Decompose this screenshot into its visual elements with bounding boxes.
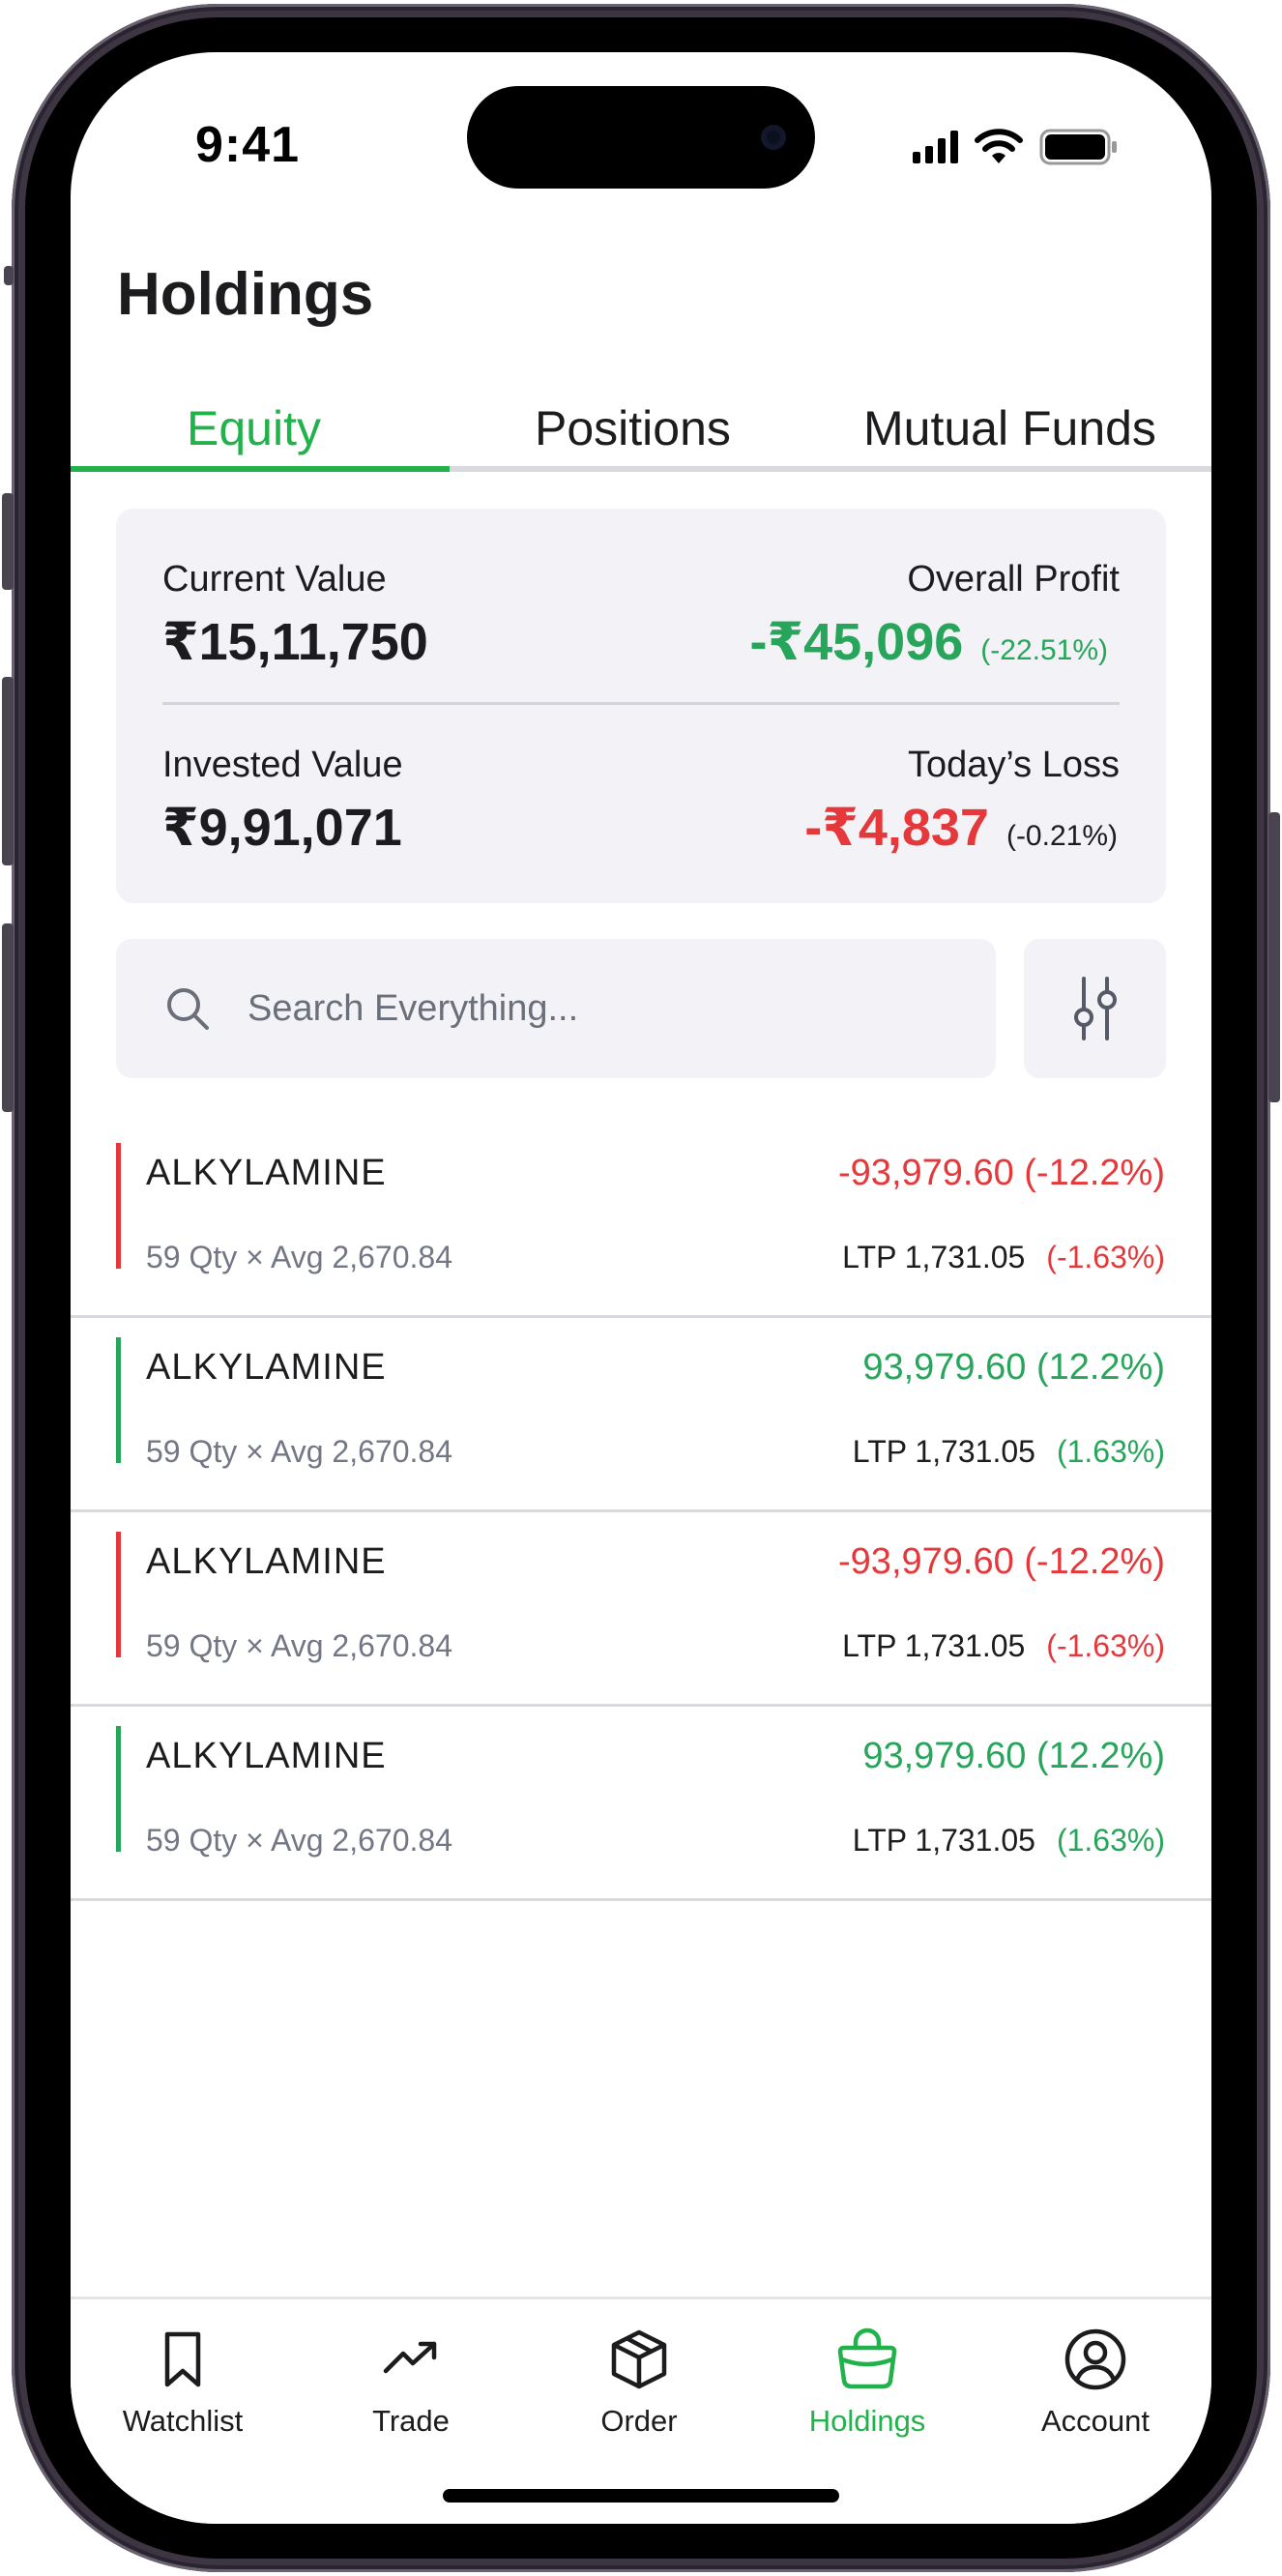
- holding-name: ALKYLAMINE: [146, 1347, 387, 1388]
- wifi-icon: [975, 129, 1023, 163]
- holding-ltp: LTP 1,731.05: [852, 1434, 1035, 1469]
- holding-row[interactable]: ALKYLAMINE 59 Qty × Avg 2,670.84 93,979.…: [71, 1318, 1211, 1512]
- portfolio-summary-card: Current Value ₹15,11,750 Overall Profit …: [116, 509, 1166, 903]
- holding-name: ALKYLAMINE: [146, 1541, 387, 1582]
- status-icons: [913, 128, 1119, 166]
- current-value: ₹15,11,750: [162, 613, 428, 671]
- holding-ltp-row: LTP 1,731.05 (-1.63%): [842, 1628, 1165, 1664]
- summary-divider: [162, 702, 1120, 705]
- holding-qty-avg: 59 Qty × Avg 2,670.84: [146, 1240, 452, 1274]
- overall-profit-row: -₹45,096 (-22.51%): [750, 611, 1108, 672]
- todays-loss-value: -₹4,837: [804, 799, 989, 857]
- holding-row[interactable]: ALKYLAMINE 59 Qty × Avg 2,670.84 93,979.…: [71, 1707, 1211, 1901]
- nav-account[interactable]: Account: [999, 2327, 1192, 2439]
- box-icon: [611, 2329, 667, 2389]
- trend-bar: [116, 1532, 121, 1657]
- search-input[interactable]: [248, 987, 924, 1030]
- screen: 9:41 Holdings Equity Positions Mutual Fu…: [71, 52, 1211, 2524]
- bag-icon: [837, 2327, 897, 2389]
- holding-qty-avg: 59 Qty × Avg 2,670.84: [146, 1823, 452, 1858]
- nav-label: Order: [600, 2404, 678, 2438]
- home-indicator: [443, 2489, 839, 2503]
- holding-qty-avg: 59 Qty × Avg 2,670.84: [146, 1628, 452, 1663]
- invested-value-label: Invested Value: [162, 745, 403, 785]
- search-bar[interactable]: [116, 939, 996, 1078]
- nav-label: Trade: [372, 2404, 450, 2438]
- tab-mutual-funds[interactable]: Mutual Funds: [863, 400, 1156, 456]
- side-button: [4, 266, 14, 285]
- power-button: [1268, 812, 1280, 1102]
- overall-profit-label: Overall Profit: [907, 559, 1120, 600]
- holding-ltp-row: LTP 1,731.05 (1.63%): [853, 1823, 1165, 1859]
- nav-label: Account: [1040, 2404, 1150, 2438]
- search-icon: [167, 988, 209, 1030]
- tab-equity[interactable]: Equity: [187, 400, 321, 456]
- cellular-signal-icon: [913, 131, 958, 163]
- filter-button[interactable]: [1024, 939, 1166, 1078]
- holding-qty-avg: 59 Qty × Avg 2,670.84: [146, 1434, 452, 1469]
- trend-bar: [116, 1337, 121, 1463]
- battery-icon: [1039, 129, 1117, 165]
- volume-down-button: [2, 923, 14, 1112]
- holding-ltp-row: LTP 1,731.05 (-1.63%): [842, 1240, 1165, 1275]
- holding-name: ALKYLAMINE: [146, 1153, 387, 1193]
- status-time: 9:41: [194, 117, 301, 173]
- front-camera: [761, 125, 786, 150]
- overall-profit-value: -₹45,096: [749, 613, 964, 671]
- user-circle-icon: [1064, 2328, 1126, 2390]
- holding-pnl: 93,979.60 (12.2%): [862, 1347, 1165, 1388]
- holding-change: (1.63%): [1056, 1434, 1165, 1469]
- holding-name: ALKYLAMINE: [146, 1736, 387, 1776]
- sliders-icon: [1073, 977, 1117, 1040]
- holding-ltp: LTP 1,731.05: [842, 1628, 1026, 1663]
- holding-ltp-row: LTP 1,731.05 (1.63%): [853, 1434, 1165, 1470]
- overall-profit-pct: (-22.51%): [980, 634, 1108, 666]
- bookmark-icon: [164, 2331, 201, 2387]
- todays-loss-row: -₹4,837 (-0.21%): [804, 797, 1118, 858]
- tab-active-indicator: [71, 466, 450, 472]
- holdings-list: ALKYLAMINE 59 Qty × Avg 2,670.84 -93,979…: [71, 1124, 1211, 1901]
- holding-ltp: LTP 1,731.05: [852, 1823, 1035, 1858]
- trend-bar: [116, 1726, 121, 1852]
- holding-pnl: -93,979.60 (-12.2%): [838, 1541, 1165, 1582]
- todays-loss-label: Today’s Loss: [908, 745, 1120, 785]
- volume-up-button: [2, 677, 14, 865]
- holding-pnl: 93,979.60 (12.2%): [862, 1736, 1165, 1776]
- holding-ltp: LTP 1,731.05: [842, 1240, 1026, 1274]
- tab-positions[interactable]: Positions: [535, 400, 731, 456]
- nav-holdings[interactable]: Holdings: [771, 2327, 964, 2439]
- mute-switch: [2, 493, 14, 590]
- holding-row[interactable]: ALKYLAMINE 59 Qty × Avg 2,670.84 -93,979…: [71, 1512, 1211, 1707]
- trend-bar: [116, 1143, 121, 1269]
- page-title: Holdings: [117, 261, 374, 328]
- holding-change: (-1.63%): [1046, 1628, 1165, 1663]
- holding-change: (1.63%): [1056, 1823, 1165, 1858]
- invested-value: ₹9,91,071: [162, 799, 402, 857]
- nav-label: Holdings: [808, 2404, 926, 2438]
- nav-watchlist[interactable]: Watchlist: [86, 2327, 279, 2439]
- dynamic-island: [467, 86, 815, 189]
- holding-pnl: -93,979.60 (-12.2%): [838, 1153, 1165, 1193]
- holding-change: (-1.63%): [1046, 1240, 1165, 1274]
- nav-order[interactable]: Order: [542, 2327, 736, 2439]
- current-value-label: Current Value: [162, 559, 387, 600]
- nav-trade[interactable]: Trade: [314, 2327, 508, 2439]
- todays-loss-pct: (-0.21%): [1005, 820, 1118, 852]
- nav-label: Watchlist: [122, 2404, 244, 2438]
- trending-up-icon: [383, 2341, 437, 2374]
- holding-row[interactable]: ALKYLAMINE 59 Qty × Avg 2,670.84 -93,979…: [71, 1124, 1211, 1318]
